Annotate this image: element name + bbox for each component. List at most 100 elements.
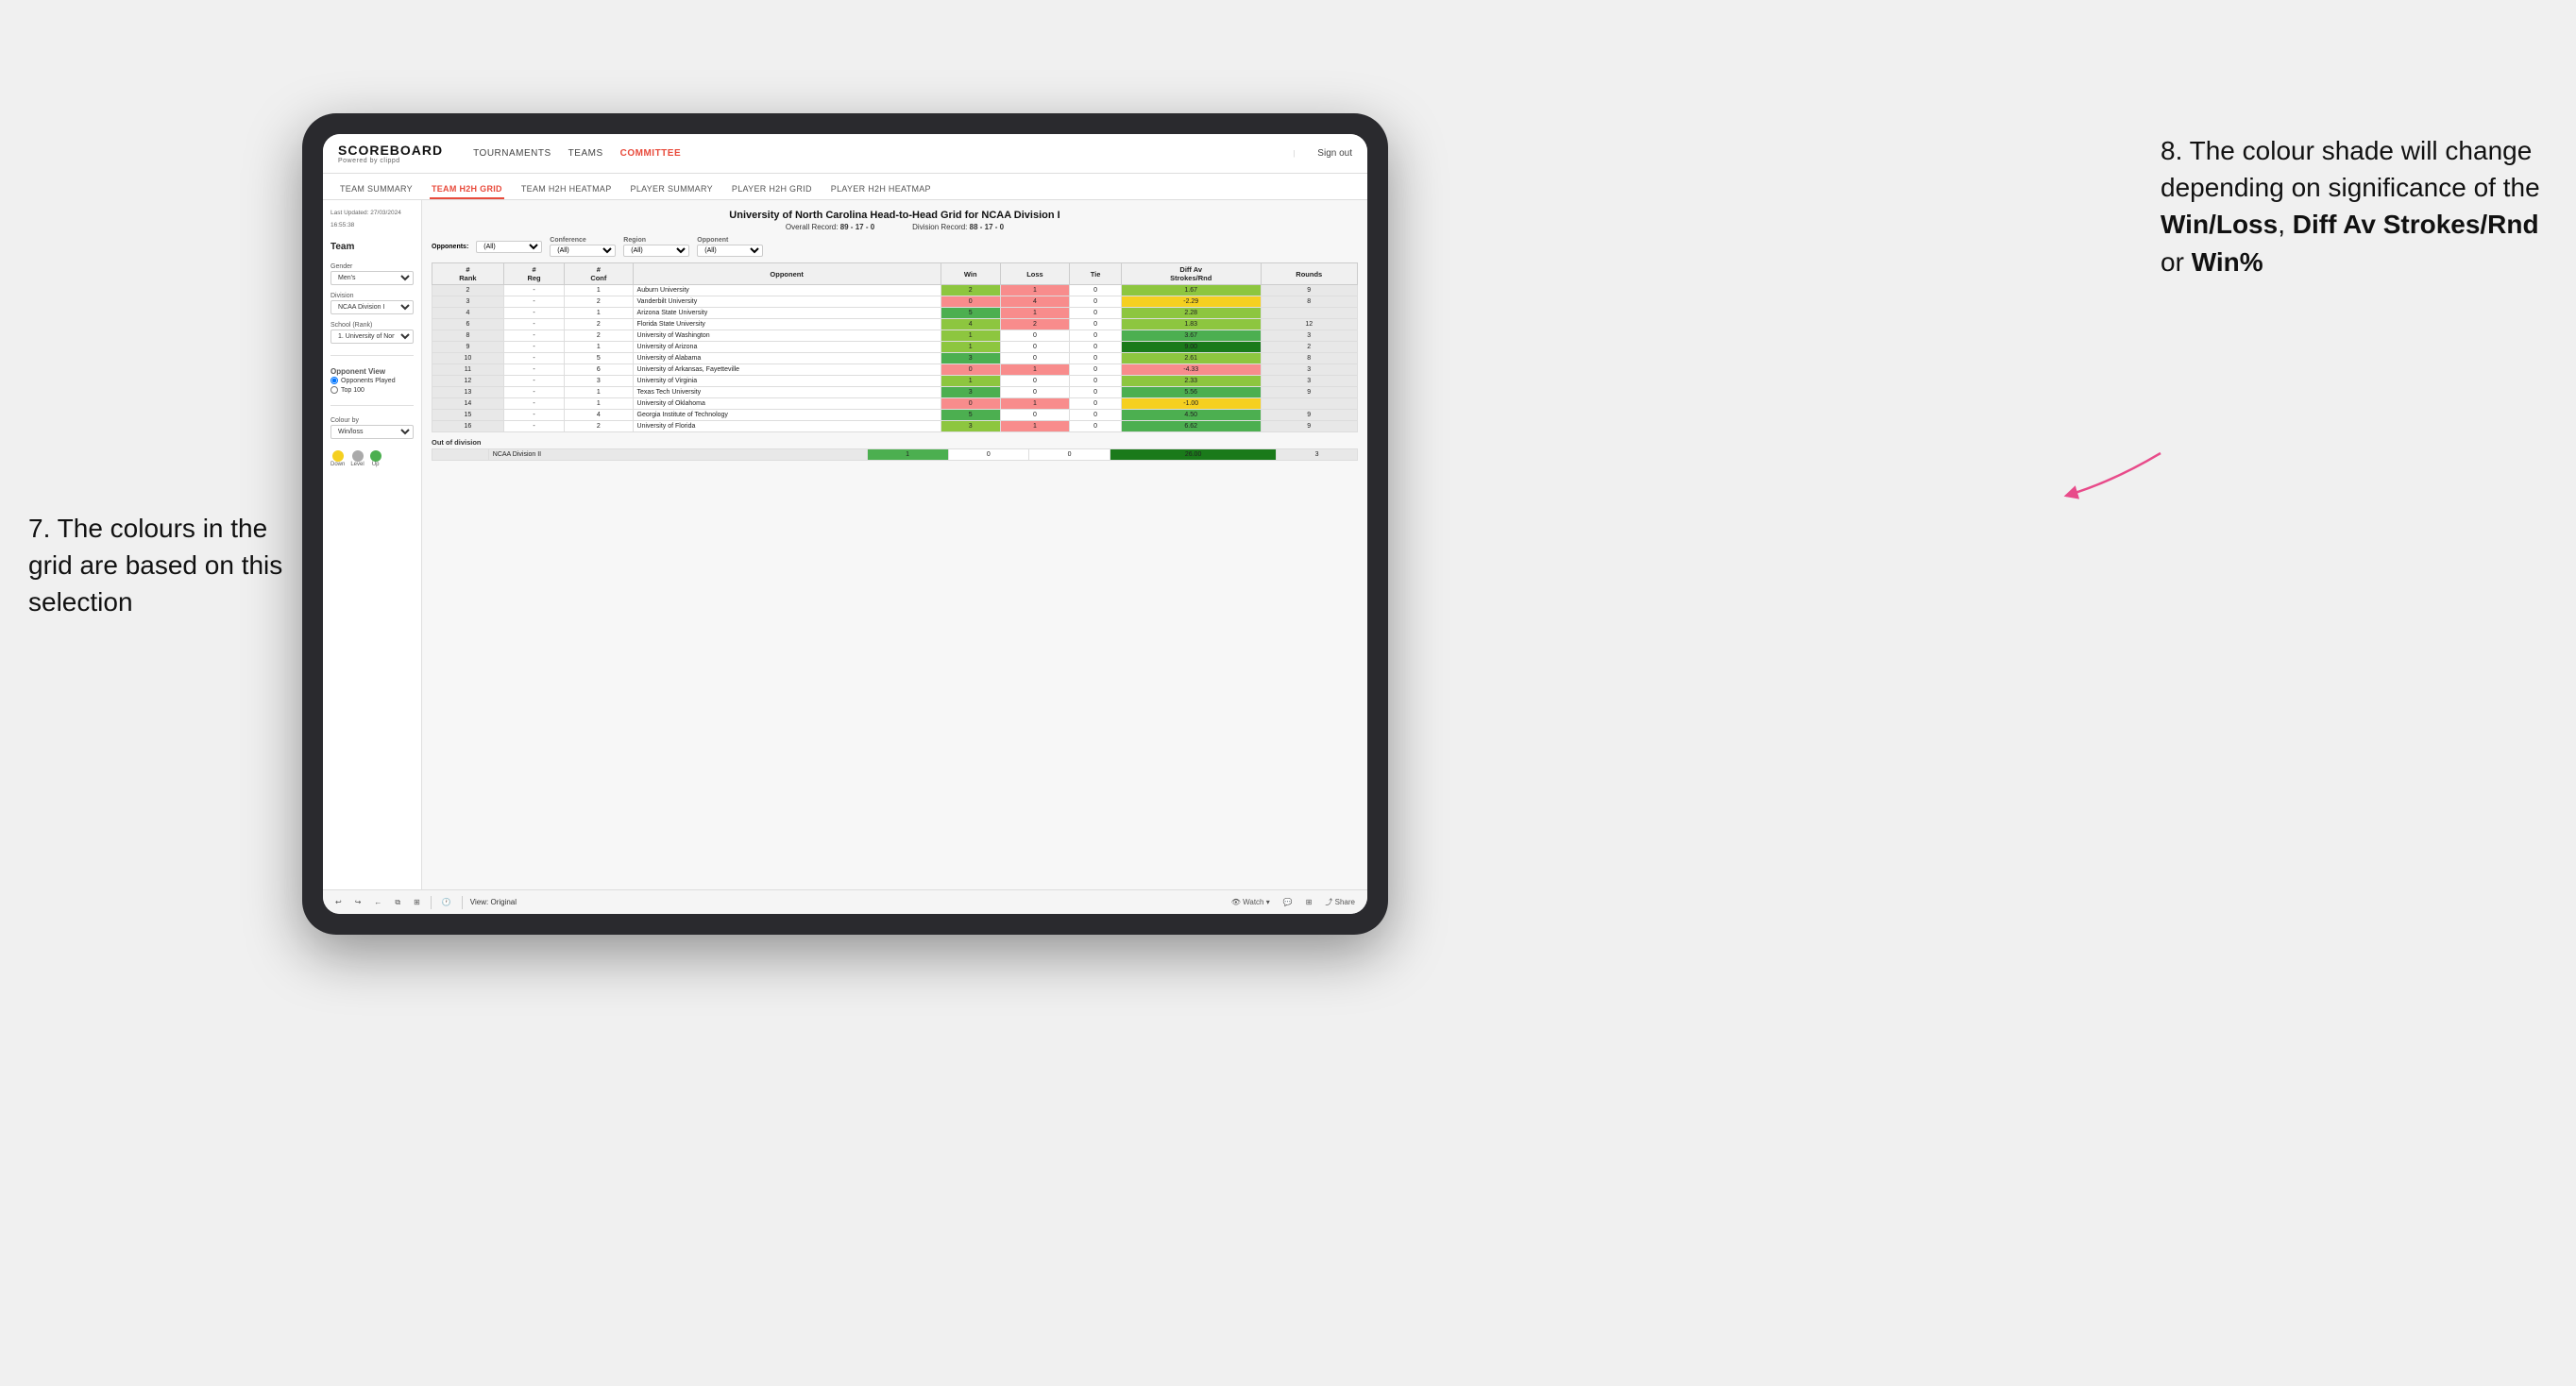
toolbar-copy[interactable]: ⧉ <box>392 897 403 908</box>
division-select[interactable]: NCAA Division I <box>330 300 414 314</box>
table-row: 3-2Vanderbilt University040-2.298 <box>432 296 1358 308</box>
toolbar-clock[interactable]: 🕐 <box>439 897 454 907</box>
toolbar-divider <box>431 896 432 909</box>
watch-btn[interactable]: 👁 Watch ▾ <box>1229 897 1273 907</box>
odd-tie: 0 <box>1029 449 1110 461</box>
col-reg: #Reg <box>503 263 564 285</box>
arrow-right <box>2047 444 2170 519</box>
table-row: 12-3University of Virginia1002.333 <box>432 376 1358 387</box>
sidebar-divider-1 <box>330 355 414 356</box>
toolbar-divider-2 <box>462 896 463 909</box>
last-updated: Last Updated: 27/03/2024 16:55:38 <box>330 210 414 234</box>
colour-by-select[interactable]: Win/loss Diff Av Strokes/Rnd Win% <box>330 425 414 439</box>
share-btn[interactable]: ⤴ Share <box>1322 896 1358 908</box>
region-filter: Region (All) <box>623 237 689 257</box>
overall-record: Overall Record: 89 - 17 - 0 <box>786 223 874 231</box>
tab-player-h2h-heatmap[interactable]: PLAYER H2H HEATMAP <box>829 180 933 199</box>
region-select[interactable]: (All) <box>623 245 689 257</box>
team-label: Team <box>330 242 414 252</box>
col-opponent: Opponent <box>633 263 941 285</box>
annotation-right: 8. The colour shade will change dependin… <box>2161 132 2557 280</box>
toolbar-back[interactable]: ← <box>371 897 384 907</box>
bottom-toolbar: ↩ ↪ ← ⧉ ⊞ 🕐 View: Original 👁 Watch ▾ 💬 ⊞… <box>323 889 1367 914</box>
gender-select[interactable]: Men's Women's <box>330 271 414 285</box>
school-select[interactable]: 1. University of Nort... <box>330 330 414 344</box>
odd-diff: 26.00 <box>1110 449 1276 461</box>
tablet-frame: SCOREBOARD Powered by clippd TOURNAMENTS… <box>302 113 1388 935</box>
filter-row: Opponents: (All) Conference (All) Region… <box>432 237 1358 257</box>
table-row: 10-5University of Alabama3002.618 <box>432 353 1358 364</box>
grid-area: University of North Carolina Head-to-Hea… <box>422 200 1367 889</box>
grid-btn[interactable]: ⊞ <box>1303 897 1315 907</box>
odd-rounds: 3 <box>1277 449 1358 461</box>
logo-sub: Powered by clippd <box>338 158 443 164</box>
nav-teams[interactable]: TEAMS <box>568 146 603 161</box>
tab-team-h2h-heatmap[interactable]: TEAM H2H HEATMAP <box>519 180 614 199</box>
opponents-filter-label: Opponents: <box>432 244 468 250</box>
tab-team-h2h-grid[interactable]: TEAM H2H GRID <box>430 180 504 199</box>
nav-items: TOURNAMENTS TEAMS COMMITTEE <box>473 146 860 161</box>
opponents-filter-select[interactable]: (All) <box>476 241 542 253</box>
opponent-select[interactable]: (All) <box>697 245 763 257</box>
table-row: 6-2Florida State University4201.8312 <box>432 319 1358 330</box>
logo-area: SCOREBOARD Powered by clippd <box>338 143 443 164</box>
col-rank: #Rank <box>432 263 504 285</box>
col-win: Win <box>941 263 1000 285</box>
table-row: 2-1Auburn University2101.679 <box>432 285 1358 296</box>
opponent-filter: Opponent (All) <box>697 237 763 257</box>
conference-filter: Conference (All) <box>550 237 616 257</box>
col-conf: #Conf <box>565 263 633 285</box>
table-row: 11-6University of Arkansas, Fayetteville… <box>432 364 1358 376</box>
nav-committee[interactable]: COMMITTEE <box>620 146 682 161</box>
table-row: 14-1University of Oklahoma010-1.00 <box>432 398 1358 410</box>
out-of-division-label: Out of division <box>432 438 1358 447</box>
table-row: 16-2University of Florida3106.629 <box>432 421 1358 432</box>
comment-btn[interactable]: 💬 <box>1280 897 1296 907</box>
col-loss: Loss <box>1000 263 1070 285</box>
logo-text: SCOREBOARD <box>338 143 443 158</box>
sign-out[interactable]: Sign out <box>1317 148 1352 159</box>
app-header: SCOREBOARD Powered by clippd TOURNAMENTS… <box>323 134 1367 174</box>
radio-opponents-played[interactable]: Opponents Played <box>330 377 414 384</box>
left-sidebar: Last Updated: 27/03/2024 16:55:38 Team G… <box>323 200 422 889</box>
main-content: Last Updated: 27/03/2024 16:55:38 Team G… <box>323 200 1367 889</box>
colour-by-section: Colour by Win/loss Diff Av Strokes/Rnd W… <box>330 417 414 439</box>
legend-dot-level <box>352 450 364 462</box>
table-row: 13-1Texas Tech University3005.569 <box>432 387 1358 398</box>
legend-dot-up <box>370 450 381 462</box>
grid-title: University of North Carolina Head-to-Hea… <box>432 210 1358 221</box>
radio-top100[interactable]: Top 100 <box>330 386 414 394</box>
annotation-left: 7. The colours in the grid are based on … <box>28 510 293 621</box>
odd-division: NCAA Division II <box>488 449 867 461</box>
sidebar-divider-2 <box>330 405 414 406</box>
toolbar-redo[interactable]: ↪ <box>352 897 364 907</box>
tab-team-summary[interactable]: TEAM SUMMARY <box>338 180 415 199</box>
col-rounds: Rounds <box>1261 263 1357 285</box>
legend-dot-down <box>332 450 344 462</box>
radio-group: Opponents Played Top 100 <box>330 377 414 394</box>
gender-section: Gender Men's Women's <box>330 263 414 285</box>
h2h-table: #Rank #Reg #Conf Opponent Win Loss Tie D… <box>432 262 1358 432</box>
toolbar-undo[interactable]: ↩ <box>332 897 345 907</box>
division-section: Division NCAA Division I <box>330 293 414 314</box>
conference-select[interactable]: (All) <box>550 245 616 257</box>
tab-player-summary[interactable]: PLAYER SUMMARY <box>629 180 715 199</box>
view-original: View: Original <box>470 898 517 906</box>
color-legend: Down Level Up <box>330 450 414 467</box>
odd-win: 1 <box>867 449 948 461</box>
division-record: Division Record: 88 - 17 - 0 <box>912 223 1004 231</box>
col-diff: Diff AvStrokes/Rnd <box>1121 263 1261 285</box>
table-row: 9-1University of Arizona1009.002 <box>432 342 1358 353</box>
table-row: 8-2University of Washington1003.673 <box>432 330 1358 342</box>
toolbar-paste[interactable]: ⊞ <box>411 897 423 907</box>
table-row: 15-4Georgia Institute of Technology5004.… <box>432 410 1358 421</box>
school-section: School (Rank) 1. University of Nort... <box>330 322 414 344</box>
col-tie: Tie <box>1070 263 1122 285</box>
out-of-division-table: NCAA Division II 1 0 0 26.00 3 <box>432 448 1358 461</box>
tab-player-h2h-grid[interactable]: PLAYER H2H GRID <box>730 180 814 199</box>
tablet-screen: SCOREBOARD Powered by clippd TOURNAMENTS… <box>323 134 1367 914</box>
opponent-view-section: Opponent View Opponents Played Top 100 <box>330 367 414 394</box>
nav-tournaments[interactable]: TOURNAMENTS <box>473 146 551 161</box>
table-row: 4-1Arizona State University5102.28 <box>432 308 1358 319</box>
grid-records: Overall Record: 89 - 17 - 0 Division Rec… <box>432 223 1358 231</box>
